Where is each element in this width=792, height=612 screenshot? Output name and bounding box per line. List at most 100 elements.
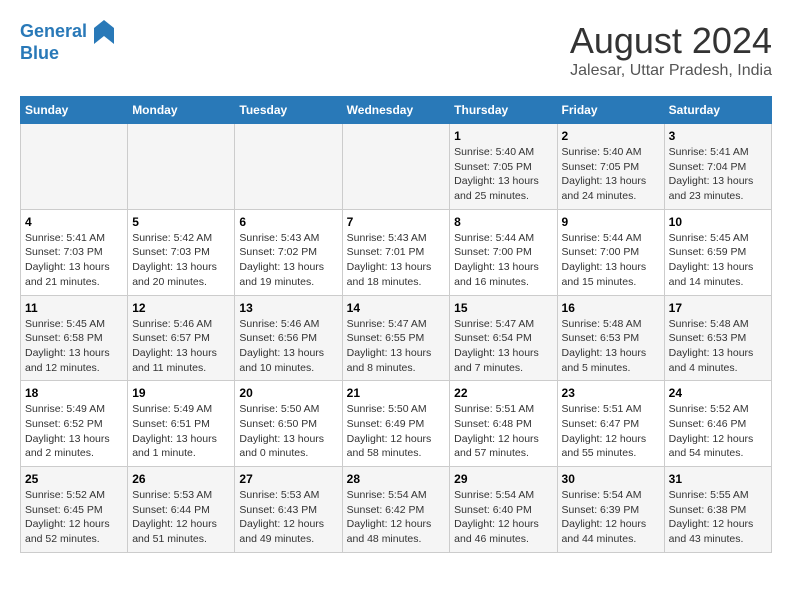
calendar-week-row: 25Sunrise: 5:52 AMSunset: 6:45 PMDayligh… <box>21 467 772 553</box>
calendar-cell: 24 Sunrise: 5:52 AMSunset: 6:46 PMDayligh… <box>664 381 771 467</box>
day-info: Sunrise: 5:45 AMSunset: 6:58 PMDaylight:… <box>25 317 123 376</box>
day-number: 26 <box>132 472 230 486</box>
calendar-cell: 3 Sunrise: 5:41 AMSunset: 7:04 PMDaylight… <box>664 124 771 210</box>
calendar-cell: 26 Sunrise: 5:53 AMSunset: 6:44 PMDayligh… <box>128 467 235 553</box>
day-info: Sunrise: 5:45 AMSunset: 6:59 PMDaylight:… <box>669 231 767 290</box>
calendar-cell: 29 Sunrise: 5:54 AMSunset: 6:40 PMDayligh… <box>450 467 557 553</box>
day-info: Sunrise: 5:54 AMSunset: 6:40 PMDaylight:… <box>454 488 552 547</box>
day-number: 19 <box>132 386 230 400</box>
day-info: Sunrise: 5:47 AMSunset: 6:54 PMDaylight:… <box>454 317 552 376</box>
day-number: 20 <box>239 386 337 400</box>
day-info: Sunrise: 5:44 AMSunset: 7:00 PMDaylight:… <box>562 231 660 290</box>
day-info: Sunrise: 5:42 AMSunset: 7:03 PMDaylight:… <box>132 231 230 290</box>
day-info: Sunrise: 5:41 AMSunset: 7:04 PMDaylight:… <box>669 145 767 204</box>
title-block: August 2024 Jalesar, Uttar Pradesh, Indi… <box>570 20 772 80</box>
day-number: 2 <box>562 129 660 143</box>
calendar-week-row: 18 Sunrise: 5:49 AMSunset: 6:52 PMDayligh… <box>21 381 772 467</box>
day-number: 4 <box>25 215 123 229</box>
page-header: General Blue August 2024 Jalesar, Uttar … <box>20 20 772 80</box>
calendar-cell: 28 Sunrise: 5:54 AMSunset: 6:42 PMDayligh… <box>342 467 450 553</box>
day-number: 12 <box>132 301 230 315</box>
day-info: Sunrise: 5:53 AMSunset: 6:44 PMDaylight:… <box>132 488 230 547</box>
day-info: Sunrise: 5:43 AMSunset: 7:01 PMDaylight:… <box>347 231 446 290</box>
calendar-cell: 5 Sunrise: 5:42 AMSunset: 7:03 PMDaylight… <box>128 209 235 295</box>
calendar-cell: 2 Sunrise: 5:40 AMSunset: 7:05 PMDaylight… <box>557 124 664 210</box>
day-number: 21 <box>347 386 446 400</box>
calendar-cell: 9 Sunrise: 5:44 AMSunset: 7:00 PMDaylight… <box>557 209 664 295</box>
calendar-header: SundayMondayTuesdayWednesdayThursdayFrid… <box>21 97 772 124</box>
day-number: 5 <box>132 215 230 229</box>
day-info: Sunrise: 5:54 AMSunset: 6:39 PMDaylight:… <box>562 488 660 547</box>
day-info: Sunrise: 5:40 AMSunset: 7:05 PMDaylight:… <box>454 145 552 204</box>
header-row: SundayMondayTuesdayWednesdayThursdayFrid… <box>21 97 772 124</box>
day-info: Sunrise: 5:51 AMSunset: 6:47 PMDaylight:… <box>562 402 660 461</box>
calendar-cell: 11Sunrise: 5:45 AMSunset: 6:58 PMDayligh… <box>21 295 128 381</box>
day-info: Sunrise: 5:46 AMSunset: 6:56 PMDaylight:… <box>239 317 337 376</box>
day-number: 27 <box>239 472 337 486</box>
calendar-cell: 13 Sunrise: 5:46 AMSunset: 6:56 PMDayligh… <box>235 295 342 381</box>
header-tuesday: Tuesday <box>235 97 342 124</box>
day-number: 1 <box>454 129 552 143</box>
calendar-cell: 6Sunrise: 5:43 AMSunset: 7:02 PMDaylight… <box>235 209 342 295</box>
day-info: Sunrise: 5:41 AMSunset: 7:03 PMDaylight:… <box>25 231 123 290</box>
day-number: 7 <box>347 215 446 229</box>
calendar-cell: 20Sunrise: 5:50 AMSunset: 6:50 PMDayligh… <box>235 381 342 467</box>
calendar-cell <box>342 124 450 210</box>
header-sunday: Sunday <box>21 97 128 124</box>
calendar-cell: 22Sunrise: 5:51 AMSunset: 6:48 PMDayligh… <box>450 381 557 467</box>
day-info: Sunrise: 5:44 AMSunset: 7:00 PMDaylight:… <box>454 231 552 290</box>
calendar-cell: 27 Sunrise: 5:53 AMSunset: 6:43 PMDayligh… <box>235 467 342 553</box>
calendar-cell: 21 Sunrise: 5:50 AMSunset: 6:49 PMDayligh… <box>342 381 450 467</box>
header-monday: Monday <box>128 97 235 124</box>
calendar-cell: 19 Sunrise: 5:49 AMSunset: 6:51 PMDayligh… <box>128 381 235 467</box>
calendar-cell: 18 Sunrise: 5:49 AMSunset: 6:52 PMDayligh… <box>21 381 128 467</box>
logo-text: General Blue <box>20 20 114 64</box>
day-info: Sunrise: 5:49 AMSunset: 6:52 PMDaylight:… <box>25 402 123 461</box>
day-info: Sunrise: 5:52 AMSunset: 6:46 PMDaylight:… <box>669 402 767 461</box>
day-info: Sunrise: 5:54 AMSunset: 6:42 PMDaylight:… <box>347 488 446 547</box>
day-number: 3 <box>669 129 767 143</box>
day-number: 6 <box>239 215 337 229</box>
calendar-cell: 12 Sunrise: 5:46 AMSunset: 6:57 PMDayligh… <box>128 295 235 381</box>
calendar-cell: 10Sunrise: 5:45 AMSunset: 6:59 PMDayligh… <box>664 209 771 295</box>
calendar-cell: 7 Sunrise: 5:43 AMSunset: 7:01 PMDaylight… <box>342 209 450 295</box>
day-number: 31 <box>669 472 767 486</box>
header-wednesday: Wednesday <box>342 97 450 124</box>
calendar-cell: 15Sunrise: 5:47 AMSunset: 6:54 PMDayligh… <box>450 295 557 381</box>
day-info: Sunrise: 5:50 AMSunset: 6:49 PMDaylight:… <box>347 402 446 461</box>
day-number: 28 <box>347 472 446 486</box>
day-info: Sunrise: 5:53 AMSunset: 6:43 PMDaylight:… <box>239 488 337 547</box>
day-info: Sunrise: 5:40 AMSunset: 7:05 PMDaylight:… <box>562 145 660 204</box>
calendar-cell: 16 Sunrise: 5:48 AMSunset: 6:53 PMDayligh… <box>557 295 664 381</box>
calendar-cell <box>235 124 342 210</box>
day-number: 9 <box>562 215 660 229</box>
header-thursday: Thursday <box>450 97 557 124</box>
day-number: 29 <box>454 472 552 486</box>
day-info: Sunrise: 5:48 AMSunset: 6:53 PMDaylight:… <box>669 317 767 376</box>
day-number: 18 <box>25 386 123 400</box>
calendar-cell <box>128 124 235 210</box>
day-info: Sunrise: 5:49 AMSunset: 6:51 PMDaylight:… <box>132 402 230 461</box>
calendar-cell: 31 Sunrise: 5:55 AMSunset: 6:38 PMDayligh… <box>664 467 771 553</box>
calendar-cell: 14 Sunrise: 5:47 AMSunset: 6:55 PMDayligh… <box>342 295 450 381</box>
day-info: Sunrise: 5:55 AMSunset: 6:38 PMDaylight:… <box>669 488 767 547</box>
calendar-table: SundayMondayTuesdayWednesdayThursdayFrid… <box>20 96 772 553</box>
header-friday: Friday <box>557 97 664 124</box>
day-number: 14 <box>347 301 446 315</box>
day-number: 25 <box>25 472 123 486</box>
calendar-cell: 17Sunrise: 5:48 AMSunset: 6:53 PMDayligh… <box>664 295 771 381</box>
day-info: Sunrise: 5:51 AMSunset: 6:48 PMDaylight:… <box>454 402 552 461</box>
page-title: August 2024 <box>570 20 772 62</box>
calendar-week-row: 11Sunrise: 5:45 AMSunset: 6:58 PMDayligh… <box>21 295 772 381</box>
page-subtitle: Jalesar, Uttar Pradesh, India <box>570 62 772 80</box>
day-number: 13 <box>239 301 337 315</box>
calendar-cell: 8Sunrise: 5:44 AMSunset: 7:00 PMDaylight… <box>450 209 557 295</box>
day-info: Sunrise: 5:46 AMSunset: 6:57 PMDaylight:… <box>132 317 230 376</box>
day-number: 24 <box>669 386 767 400</box>
day-info: Sunrise: 5:48 AMSunset: 6:53 PMDaylight:… <box>562 317 660 376</box>
calendar-cell: 4 Sunrise: 5:41 AMSunset: 7:03 PMDaylight… <box>21 209 128 295</box>
calendar-week-row: 1 Sunrise: 5:40 AMSunset: 7:05 PMDaylight… <box>21 124 772 210</box>
calendar-cell <box>21 124 128 210</box>
day-info: Sunrise: 5:47 AMSunset: 6:55 PMDaylight:… <box>347 317 446 376</box>
day-number: 16 <box>562 301 660 315</box>
